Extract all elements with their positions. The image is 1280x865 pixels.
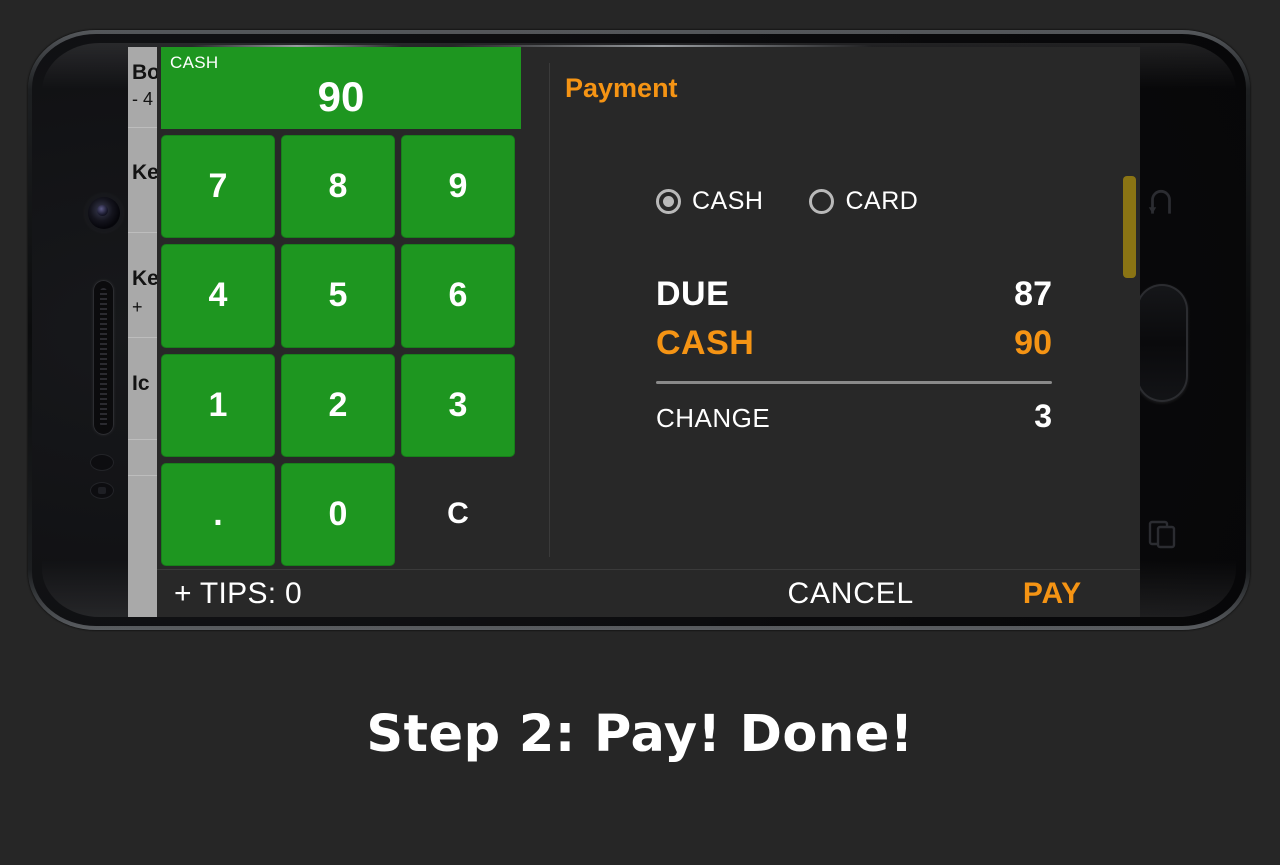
radio-option-card[interactable]: CARD xyxy=(809,187,918,216)
numeric-keypad: 7 8 9 4 5 6 1 2 3 . 0 C xyxy=(161,135,521,566)
totals-section: DUE 87 CASH 90 CHANGE 3 xyxy=(656,275,1052,435)
bg-list-item-title-2: Ke xyxy=(132,267,159,290)
add-tips-button[interactable]: + TIPS: 0 xyxy=(174,577,302,611)
cancel-button[interactable]: CANCEL xyxy=(788,577,915,611)
front-camera-icon xyxy=(88,197,120,229)
page-root: Bo - 4 Ke Ke + Ic CASH 90 7 8 9 4 5 6 1 … xyxy=(0,0,1280,865)
payment-title: Payment xyxy=(565,73,678,103)
amount-display-value: 90 xyxy=(317,73,365,120)
key-7[interactable]: 7 xyxy=(161,135,275,239)
amount-display-label: CASH xyxy=(170,53,219,72)
row-due: DUE 87 xyxy=(656,275,1052,314)
row-change: CHANGE 3 xyxy=(656,398,1052,435)
totals-divider xyxy=(656,381,1052,384)
bg-list-item-sub-0: - 4 xyxy=(132,89,154,109)
key-3[interactable]: 3 xyxy=(401,353,515,457)
caption-text: Step 2: Pay! Done! xyxy=(366,705,914,764)
key-6[interactable]: 6 xyxy=(401,244,515,348)
key-clear[interactable]: C xyxy=(401,463,515,566)
key-5[interactable]: 5 xyxy=(281,244,395,348)
amount-display[interactable]: CASH 90 xyxy=(161,47,521,129)
keypad-column: CASH 90 7 8 9 4 5 6 1 2 3 . 0 C xyxy=(157,47,521,570)
dialog-action-bar: + TIPS: 0 CANCEL PAY xyxy=(157,570,1140,617)
key-4[interactable]: 4 xyxy=(161,244,275,348)
vertical-scrollbar-thumb[interactable] xyxy=(1123,176,1136,278)
radio-cash-icon xyxy=(656,189,681,214)
row-cash: CASH 90 xyxy=(656,324,1052,363)
payment-column: Payment CASH CARD DUE 87 CASH 90 CHANGE … xyxy=(550,47,1140,570)
key-0[interactable]: 0 xyxy=(281,462,395,566)
earpiece-speaker-icon xyxy=(93,280,114,435)
bg-list-item-sub-2: + xyxy=(132,297,143,317)
bg-list-item-title-0: Bo xyxy=(132,61,160,84)
change-label: CHANGE xyxy=(656,403,771,433)
bg-list-item-title-3: Ic xyxy=(132,372,150,395)
proximity-sensor-icon xyxy=(90,454,114,471)
bg-list-item-title-1: Ke xyxy=(132,161,159,184)
pay-button[interactable]: PAY xyxy=(1023,577,1082,611)
key-9[interactable]: 9 xyxy=(401,135,515,239)
phone-screen: Bo - 4 Ke Ke + Ic CASH 90 7 8 9 4 5 6 1 … xyxy=(128,47,1140,617)
radio-card-icon xyxy=(809,189,835,214)
key-8[interactable]: 8 xyxy=(281,135,395,239)
cash-label: CASH xyxy=(656,324,755,362)
due-label: DUE xyxy=(656,275,730,313)
key-2[interactable]: 2 xyxy=(281,353,395,457)
recents-icon[interactable] xyxy=(1146,518,1178,550)
key-decimal-point[interactable]: . xyxy=(161,462,275,566)
radio-cash-label: CASH xyxy=(692,187,764,215)
light-sensor-icon xyxy=(90,482,114,499)
due-value: 87 xyxy=(1014,275,1052,313)
home-button[interactable] xyxy=(1136,284,1188,402)
radio-option-cash[interactable]: CASH xyxy=(656,187,763,216)
radio-card-label: CARD xyxy=(845,187,919,215)
change-value: 3 xyxy=(1034,398,1052,434)
back-arrow-icon[interactable] xyxy=(1144,186,1178,220)
cash-value: 90 xyxy=(1014,324,1052,362)
payment-method-group: CASH CARD xyxy=(656,187,918,216)
key-1[interactable]: 1 xyxy=(161,353,275,457)
payment-dialog: CASH 90 7 8 9 4 5 6 1 2 3 . 0 C Payment … xyxy=(157,47,1140,617)
